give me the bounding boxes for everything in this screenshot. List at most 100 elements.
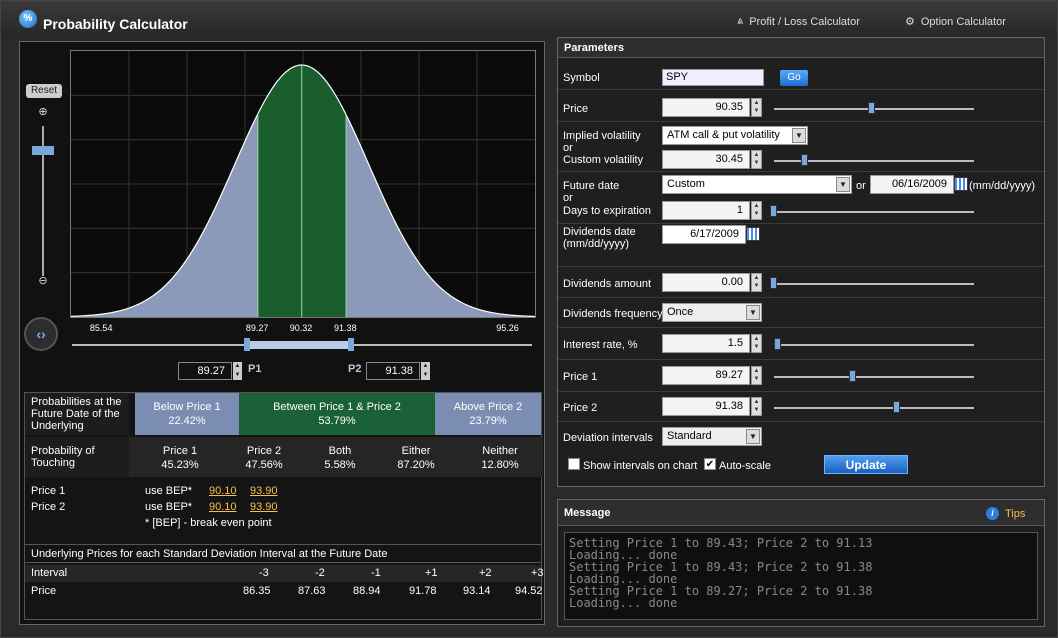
x-tick-label: 89.27 bbox=[245, 323, 269, 333]
percent-logo-icon: % bbox=[19, 10, 37, 28]
p1-input[interactable]: 89.27 bbox=[178, 362, 232, 380]
touch-price2-value: 47.56% bbox=[245, 459, 283, 471]
touch-neither: Neither 12.80% bbox=[465, 444, 535, 472]
option-calculator-link[interactable]: ⚙ Option Calculator bbox=[905, 15, 1006, 29]
zoom-in-icon[interactable]: ⊕ bbox=[36, 105, 50, 119]
sd-interval-cell: +2 bbox=[479, 567, 492, 579]
dividends-amount-spinner[interactable]: ▲ ▼ bbox=[751, 273, 762, 292]
future-date-select[interactable]: Custom ▼ bbox=[662, 175, 852, 194]
between-prices-value: 53.79% bbox=[318, 415, 356, 427]
touch-price2: Price 2 47.56% bbox=[229, 444, 299, 472]
dividends-amount-label: Dividends amount bbox=[563, 278, 652, 290]
between-prices-label: Between Price 1 & Price 2 bbox=[273, 401, 401, 413]
dividends-date-format-label: (mm/dd/yyyy) bbox=[563, 238, 629, 250]
implied-volatility-select[interactable]: ATM call & put volatility ▼ bbox=[662, 126, 808, 145]
touch-either-value: 87.20% bbox=[397, 459, 435, 471]
dividends-amount-slider-track[interactable] bbox=[774, 283, 974, 285]
days-to-expiration-input[interactable]: 1 bbox=[662, 201, 750, 220]
price-slider-thumb[interactable] bbox=[868, 102, 875, 114]
bep-price2-link-b[interactable]: 93.90 bbox=[250, 501, 278, 513]
touch-both-value: 5.58% bbox=[324, 459, 356, 471]
zoom-out-icon[interactable]: ⊖ bbox=[36, 274, 50, 288]
dividends-frequency-row: Dividends frequency Once ▼ bbox=[558, 298, 1044, 328]
days-to-expiration-label: Days to expiration bbox=[563, 205, 652, 217]
bep-price1-link-b[interactable]: 93.90 bbox=[250, 485, 278, 497]
price-label: Price bbox=[563, 103, 589, 115]
dividends-amount-input[interactable]: 0.00 bbox=[662, 273, 750, 292]
dividends-frequency-value: Once bbox=[667, 306, 694, 318]
calendar-icon[interactable] bbox=[746, 227, 760, 241]
range-slider-p2-thumb[interactable] bbox=[348, 338, 354, 351]
auto-scale-checkbox[interactable]: ✔ bbox=[704, 458, 716, 470]
calendar-icon[interactable] bbox=[954, 177, 968, 191]
price2-slider-track[interactable] bbox=[774, 407, 974, 409]
price1-slider-thumb[interactable] bbox=[849, 370, 856, 382]
bep-price1-link-a[interactable]: 90.10 bbox=[209, 485, 237, 497]
tips-label: Tips bbox=[1005, 507, 1026, 520]
parameters-header: Parameters bbox=[558, 38, 1044, 58]
bep-price2-link-a[interactable]: 90.10 bbox=[209, 501, 237, 513]
range-slider-selection[interactable] bbox=[247, 341, 351, 349]
reset-zoom-button[interactable]: Reset bbox=[26, 84, 62, 98]
go-button[interactable]: Go bbox=[780, 70, 808, 86]
price-spinner[interactable]: ▲ ▼ bbox=[751, 98, 762, 117]
dividends-date-input[interactable]: 6/17/2009 bbox=[662, 225, 746, 244]
tips-link[interactable]: i Tips bbox=[986, 507, 1025, 520]
touch-neither-value: 12.80% bbox=[481, 459, 519, 471]
custom-volatility-input[interactable]: 30.45 bbox=[662, 150, 750, 169]
distribution-svg bbox=[70, 51, 536, 318]
days-slider-thumb[interactable] bbox=[770, 205, 777, 217]
days-slider-track[interactable] bbox=[774, 211, 974, 213]
volatility-row: Implied volatility or Custom volatility … bbox=[558, 122, 1044, 172]
price1-input[interactable]: 89.27 bbox=[662, 366, 750, 385]
sd-interval-cell: -3 bbox=[259, 567, 269, 579]
price1-spinner[interactable]: ▲ ▼ bbox=[751, 366, 762, 385]
touching-header: Probability of Touching bbox=[25, 437, 129, 477]
interest-rate-input[interactable]: 1.5 bbox=[662, 334, 750, 353]
interest-rate-slider-track[interactable] bbox=[774, 344, 974, 346]
days-spinner[interactable]: ▲ ▼ bbox=[751, 201, 762, 220]
x-tick-label: 91.38 bbox=[334, 323, 357, 333]
option-calculator-icon: ⚙ bbox=[905, 16, 915, 28]
update-button[interactable]: Update bbox=[824, 455, 908, 474]
volatility-slider-thumb[interactable] bbox=[801, 154, 808, 166]
price2-slider-thumb[interactable] bbox=[893, 401, 900, 413]
future-date-input[interactable]: 06/16/2009 bbox=[870, 175, 954, 194]
dividends-amount-slider-thumb[interactable] bbox=[770, 277, 777, 289]
app-title: Probability Calculator bbox=[43, 16, 188, 32]
p1-spinner[interactable]: ▲ ▼ bbox=[233, 362, 242, 380]
price-row: Price 90.35 ▲ ▼ bbox=[558, 90, 1044, 122]
zoom-slider-thumb[interactable] bbox=[32, 146, 54, 155]
price-input[interactable]: 90.35 bbox=[662, 98, 750, 117]
pan-arrows-button[interactable]: ‹› bbox=[24, 317, 58, 351]
future-date-select-value: Custom bbox=[667, 178, 705, 190]
bep-note: * [BEP] - break even point bbox=[145, 517, 272, 529]
deviation-intervals-select[interactable]: Standard ▼ bbox=[662, 427, 762, 446]
date-format-hint: (mm/dd/yyyy) bbox=[969, 180, 1035, 192]
symbol-input[interactable]: SPY bbox=[662, 69, 764, 86]
touch-both: Both 5.58% bbox=[305, 444, 375, 472]
profit-loss-calculator-link[interactable]: ⩓ Profit / Loss Calculator bbox=[737, 15, 860, 28]
touch-either-label: Either bbox=[401, 445, 431, 457]
interest-rate-slider-thumb[interactable] bbox=[774, 338, 781, 350]
sd-price-cell: 91.78 bbox=[409, 585, 437, 597]
price2-spinner[interactable]: ▲ ▼ bbox=[751, 397, 762, 416]
x-tick-label: 90.32 bbox=[289, 323, 313, 333]
p2-input[interactable]: 91.38 bbox=[366, 362, 420, 380]
p2-label: P2 bbox=[348, 363, 362, 375]
custom-volatility-spinner[interactable]: ▲ ▼ bbox=[751, 150, 762, 169]
deviation-row: Deviation intervals Standard ▼ bbox=[558, 422, 1044, 452]
price2-input[interactable]: 91.38 bbox=[662, 397, 750, 416]
p2-spinner[interactable]: ▲ ▼ bbox=[421, 362, 430, 380]
show-intervals-checkbox[interactable] bbox=[568, 458, 580, 470]
future-date-label: Future date bbox=[563, 180, 620, 192]
interest-rate-spinner[interactable]: ▲ ▼ bbox=[751, 334, 762, 353]
dividends-frequency-select[interactable]: Once ▼ bbox=[662, 303, 762, 322]
range-slider-p1-thumb[interactable] bbox=[244, 338, 250, 351]
price1-slider-track[interactable] bbox=[774, 376, 974, 378]
sd-table-header: Underlying Prices for each Standard Devi… bbox=[25, 545, 541, 563]
message-panel: Message i Tips Setting Price 1 to 89.43;… bbox=[557, 499, 1045, 627]
bep-price1-use: use BEP* bbox=[145, 485, 193, 497]
auto-scale-label: Auto-scale bbox=[719, 460, 771, 472]
dividends-amount-row: Dividends amount 0.00 ▲ ▼ bbox=[558, 266, 1044, 298]
